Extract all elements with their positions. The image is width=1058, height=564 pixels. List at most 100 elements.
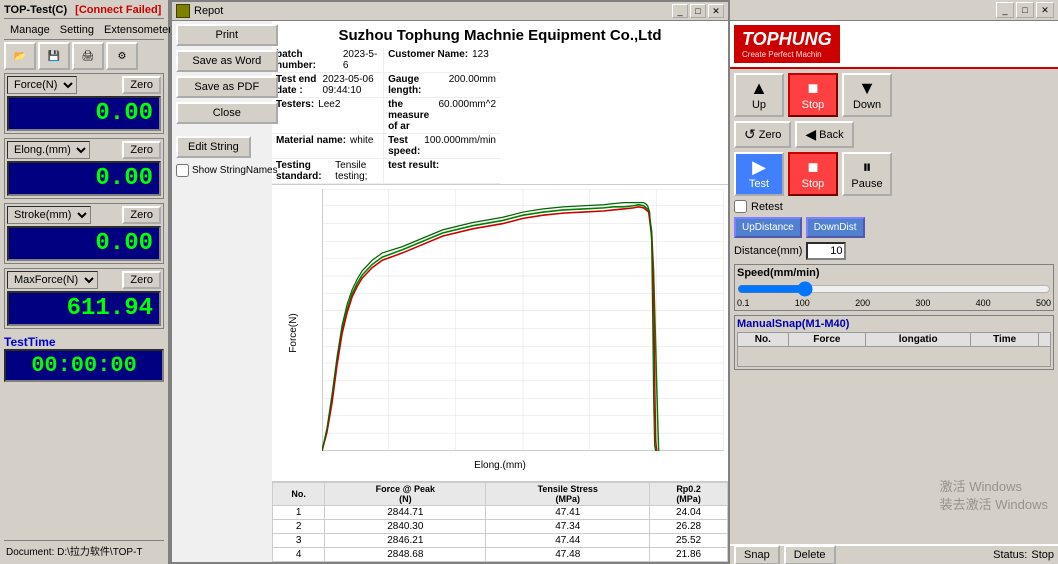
dist-row: UpDistance DownDist <box>734 217 1054 238</box>
force-dropdown[interactable]: Force(N) <box>7 76 77 94</box>
report-window: Repot _ □ ✕ Print Save as Word Save as P… <box>170 0 730 564</box>
up-btn[interactable]: ▲ Up <box>734 73 784 117</box>
stroke-dropdown[interactable]: Stroke(mm) <box>7 206 91 224</box>
test-icon: ▶ <box>752 158 766 176</box>
right-close-btn[interactable]: ✕ <box>1036 2 1054 18</box>
edit-string-btn[interactable]: Edit String <box>176 136 251 158</box>
stop-label: Stop <box>802 99 825 111</box>
show-string-names-label: Show StringNames <box>192 165 278 176</box>
toolbar: 📂 💾 🖨 ⚙ <box>4 42 164 70</box>
down-distance-btn[interactable]: DownDist <box>806 217 865 238</box>
down-icon: ▼ <box>858 79 876 97</box>
col-rp02: Rp0.2(MPa) <box>650 483 728 506</box>
back-label: Back <box>819 129 843 141</box>
maxforce-dropdown[interactable]: MaxForce(N) <box>7 271 98 289</box>
save-word-btn[interactable]: Save as Word <box>176 50 278 72</box>
maxforce-zero-btn[interactable]: Zero <box>122 271 161 289</box>
speed-tick-5: 500 <box>1036 298 1051 308</box>
table-row: 22840.3047.3426.28 <box>273 520 728 534</box>
report-buttons: Print Save as Word Save as PDF Close Edi… <box>176 24 278 177</box>
save-pdf-btn[interactable]: Save as PDF <box>176 76 278 98</box>
close-report-btn[interactable]: ✕ <box>708 4 724 18</box>
stop-icon: ■ <box>808 79 819 97</box>
document-path: D:\拉力软件\TOP-T <box>57 547 142 558</box>
report-titlebar: Repot _ □ ✕ <box>172 2 728 21</box>
print-btn[interactable]: Print <box>176 24 278 46</box>
up-stop-down-row: ▲ Up ■ Stop ▼ Down <box>734 73 1054 117</box>
down-btn[interactable]: ▼ Down <box>842 73 892 117</box>
snap-btn[interactable]: Snap <box>734 545 780 564</box>
zero-icon: ↺ <box>744 126 756 143</box>
force-value: 0.00 <box>7 96 161 131</box>
stop-btn-main[interactable]: ■ Stop <box>788 73 838 117</box>
elong-zero-btn[interactable]: Zero <box>122 141 161 159</box>
chart-svg: 0 200 400 600 800 1000 1200 1400 1600 18… <box>322 189 724 451</box>
zero-ctrl-btn[interactable]: ↺ Zero <box>734 121 791 148</box>
maxforce-group: MaxForce(N) Zero 611.94 <box>4 268 164 329</box>
snap-col-longatio: longatio <box>866 333 971 347</box>
speed-tick-1: 100 <box>795 298 810 308</box>
manual-snap-section: ManualSnap(M1-M40) No. Force longatio Ti… <box>734 315 1054 370</box>
right-minimize-btn[interactable]: _ <box>996 2 1014 18</box>
chart-container: 0 200 400 600 800 1000 1200 1400 1600 18… <box>322 189 724 451</box>
up-icon: ▲ <box>750 79 768 97</box>
chart-y-label: Force(N) <box>288 313 299 352</box>
print-tb-btn[interactable]: 🖨 <box>72 42 104 70</box>
report-window-icon <box>176 4 190 18</box>
pause-label: Pause <box>851 178 882 190</box>
snap-col-time: Time <box>971 333 1039 347</box>
table-row: 42848.6847.4821.86 <box>273 548 728 562</box>
distance-input-row: Distance(mm) <box>734 242 1054 260</box>
up-label: Up <box>752 99 766 111</box>
close-btn[interactable]: Close <box>176 102 278 124</box>
elong-value: 0.00 <box>7 161 161 196</box>
elong-dropdown[interactable]: Elong.(mm) <box>7 141 90 159</box>
test-stop-pause-row: ▶ Test ■ Stop ⏸ Pause <box>734 152 1054 196</box>
open-btn[interactable]: 📂 <box>4 42 36 70</box>
report-meta: batch number:2023-5-6Customer Name:123Te… <box>272 48 728 185</box>
elong-group: Elong.(mm) Zero 0.00 <box>4 138 164 199</box>
speed-tick-2: 200 <box>855 298 870 308</box>
snap-col-no: No. <box>738 333 789 347</box>
tophung-header: TOPHUNG Create Perfect Machin <box>730 21 1058 69</box>
report-main-content: Suzhou Tophung Machnie Equipment Co.,Ltd… <box>272 21 728 562</box>
menu-bar: Manage Setting Extensometer Z <box>4 21 164 40</box>
menu-setting[interactable]: Setting <box>56 23 98 37</box>
show-string-names-checkbox[interactable] <box>176 164 189 177</box>
pause-btn[interactable]: ⏸ Pause <box>842 152 892 196</box>
connection-status: [Connect Failed] <box>75 4 161 16</box>
force-zero-btn[interactable]: Zero <box>122 76 161 94</box>
pause-icon: ⏸ <box>863 158 872 176</box>
testtime-label: TestTime <box>4 335 164 349</box>
force-group: Force(N) Zero 0.00 <box>4 73 164 134</box>
menu-extensometer[interactable]: Extensometer <box>100 23 176 37</box>
test-label: Test <box>749 178 769 190</box>
chart-area: Force(N) <box>272 185 728 481</box>
speed-slider[interactable] <box>737 281 1051 297</box>
speed-tick-4: 400 <box>976 298 991 308</box>
retest-checkbox[interactable] <box>734 200 747 213</box>
left-panel: TOP-Test(C) [Connect Failed] Manage Sett… <box>0 0 170 564</box>
table-row: 12844.7147.4124.04 <box>273 506 728 520</box>
menu-manage[interactable]: Manage <box>6 23 54 37</box>
save-btn[interactable]: 💾 <box>38 42 70 70</box>
maxforce-value: 611.94 <box>7 291 161 326</box>
stop2-btn[interactable]: ■ Stop <box>788 152 838 196</box>
back-btn[interactable]: ◀ Back <box>795 121 853 148</box>
testtime-section: TestTime 00:00:00 <box>4 333 164 382</box>
settings-btn[interactable]: ⚙ <box>106 42 138 70</box>
chart-x-label: Elong.(mm) <box>474 460 526 471</box>
retest-label: Retest <box>751 201 783 213</box>
company-header: Suzhou Tophung Machnie Equipment Co.,Ltd <box>272 21 728 48</box>
delete-btn[interactable]: Delete <box>784 545 836 564</box>
right-maximize-btn[interactable]: □ <box>1016 2 1034 18</box>
maximize-btn[interactable]: □ <box>690 4 706 18</box>
stroke-zero-btn[interactable]: Zero <box>122 206 161 224</box>
speed-slider-container: 0.1 100 200 300 400 500 <box>737 281 1051 308</box>
manual-snap-title: ManualSnap(M1-M40) <box>737 318 1051 330</box>
app-title: TOP-Test(C) <box>4 4 67 16</box>
test-btn[interactable]: ▶ Test <box>734 152 784 196</box>
minimize-btn[interactable]: _ <box>672 4 688 18</box>
up-distance-btn[interactable]: UpDistance <box>734 217 802 238</box>
distance-input[interactable] <box>806 242 846 260</box>
